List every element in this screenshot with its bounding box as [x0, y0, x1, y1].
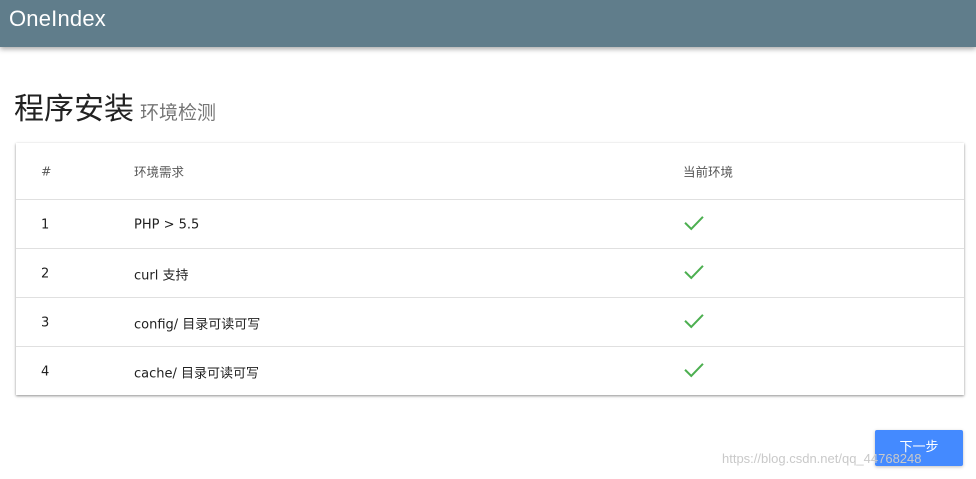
environment-check-table: # 环境需求 当前环境 1 PHP > 5.5 2 curl 支持 3 conf… — [16, 143, 964, 395]
row-number: 2 — [41, 266, 50, 281]
check-icon — [683, 359, 705, 385]
table-header-row: # 环境需求 当前环境 — [16, 143, 964, 199]
page-title: 程序安装 环境检测 — [14, 84, 216, 128]
row-requirement: cache/ 目录可读可写 — [134, 366, 260, 381]
check-icon — [683, 310, 705, 336]
check-icon — [683, 212, 705, 238]
row-number: 3 — [41, 315, 50, 330]
column-header-number: # — [41, 163, 52, 179]
table-row: 3 config/ 目录可读可写 — [16, 297, 964, 347]
column-header-current-env: 当前环境 — [683, 164, 734, 180]
watermark-text: https://blog.csdn.net/qq_44768248 — [722, 451, 922, 466]
column-header-requirement: 环境需求 — [134, 164, 185, 180]
row-number: 1 — [41, 217, 50, 232]
row-requirement: config/ 目录可读可写 — [134, 317, 261, 332]
app-bar: OneIndex — [0, 0, 976, 47]
check-icon — [683, 261, 705, 287]
page-title-sub: 环境检测 — [140, 102, 217, 124]
row-requirement: PHP > 5.5 — [134, 217, 200, 232]
table-row: 2 curl 支持 — [16, 248, 964, 298]
app-title[interactable]: OneIndex — [9, 6, 106, 32]
page-title-main: 程序安装 — [14, 92, 134, 127]
table-row: 1 PHP > 5.5 — [16, 199, 964, 249]
row-number: 4 — [41, 364, 50, 379]
row-requirement: curl 支持 — [134, 268, 189, 283]
table-row: 4 cache/ 目录可读可写 — [16, 346, 964, 396]
